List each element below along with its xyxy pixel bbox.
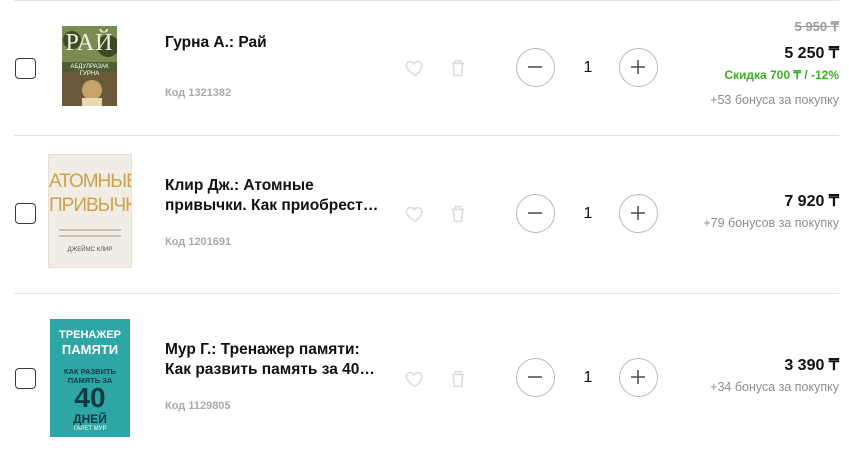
- quantity-value: 1: [583, 59, 593, 76]
- book-cover[interactable]: АТОМНЫЕ ПРИВЫЧКИ ДЖЕЙМС КЛИР: [49, 155, 131, 267]
- cover-subtitle-line1: КАК РАЗВИТЬ: [64, 367, 116, 376]
- cover-author: ГАРЕТ МУР: [73, 426, 107, 432]
- cover-title: РАЙ: [65, 30, 114, 56]
- cart-item: РАЙ АБДУЛРАЗАК ГУРНА Гурна А.: Рай Код 1…: [0, 0, 849, 136]
- product-title[interactable]: Гурна А.: Рай: [165, 33, 380, 53]
- product-code: Код 1321382: [165, 87, 232, 99]
- cart-item: АТОМНЫЕ ПРИВЫЧКИ ДЖЕЙМС КЛИР Клир Дж.: А…: [0, 136, 849, 294]
- product-title[interactable]: Мур Г.: Тренажер памяти: Как развить пам…: [165, 340, 380, 380]
- old-price: 5 950 ₸: [794, 19, 839, 34]
- increase-quantity-button[interactable]: [619, 358, 658, 397]
- item-select-checkbox[interactable]: [15, 58, 36, 79]
- item-select-checkbox[interactable]: [15, 368, 36, 389]
- bonus-label: +53 бонуса за покупку: [710, 93, 839, 107]
- product-code: Код 1129805: [165, 400, 231, 412]
- trash-icon[interactable]: [447, 203, 469, 225]
- increase-quantity-button[interactable]: [619, 194, 658, 233]
- book-cover[interactable]: ТРЕНАЖЕР ПАМЯТИ КАК РАЗВИТЬ ПАМЯТЬ ЗА 40…: [50, 319, 130, 437]
- decrease-quantity-button[interactable]: [516, 48, 555, 87]
- cover-author: АБДУЛРАЗАК ГУРНА: [70, 64, 109, 77]
- cover-subtitle-line3: ДНЕЙ: [73, 412, 107, 426]
- plus-icon: [631, 206, 645, 220]
- bonus-label: +79 бонусов за покупку: [703, 216, 839, 230]
- item-select-checkbox[interactable]: [15, 203, 36, 224]
- quantity-value: 1: [583, 205, 593, 222]
- book-cover[interactable]: РАЙ АБДУЛРАЗАК ГУРНА: [62, 26, 117, 106]
- cart-item: ТРЕНАЖЕР ПАМЯТИ КАК РАЗВИТЬ ПАМЯТЬ ЗА 40…: [0, 294, 849, 451]
- heart-icon[interactable]: [404, 368, 426, 390]
- trash-icon[interactable]: [447, 57, 469, 79]
- price: 5 250 ₸: [784, 45, 839, 62]
- minus-icon: [528, 376, 542, 378]
- plus-icon: [631, 60, 645, 74]
- price: 7 920 ₸: [784, 193, 839, 210]
- discount-label: Скидка 700 ₸ / -12%: [724, 68, 839, 82]
- quantity-value: 1: [583, 369, 593, 386]
- cover-number: 40: [74, 382, 106, 413]
- minus-icon: [528, 66, 542, 68]
- product-title[interactable]: Клир Дж.: Атомные привычки. Как приобрес…: [165, 176, 380, 216]
- cover-title-line2: ПАМЯТИ: [61, 342, 119, 357]
- price: 3 390 ₸: [784, 357, 839, 374]
- cover-title-line1: АТОМНЫЕ: [49, 171, 131, 192]
- cover-title-line1: ТРЕНАЖЕР: [59, 329, 121, 341]
- plus-icon: [631, 370, 645, 384]
- increase-quantity-button[interactable]: [619, 48, 658, 87]
- cover-title-line2: ПРИВЫЧКИ: [49, 195, 131, 216]
- decrease-quantity-button[interactable]: [516, 194, 555, 233]
- product-code: Код 1201691: [165, 236, 232, 248]
- heart-icon[interactable]: [404, 57, 426, 79]
- decrease-quantity-button[interactable]: [516, 358, 555, 397]
- heart-icon[interactable]: [404, 203, 426, 225]
- trash-icon[interactable]: [447, 368, 469, 390]
- cover-author: ДЖЕЙМС КЛИР: [67, 247, 113, 253]
- bonus-label: +34 бонуса за покупку: [710, 380, 839, 394]
- cart-list: РАЙ АБДУЛРАЗАК ГУРНА Гурна А.: Рай Код 1…: [0, 0, 849, 451]
- minus-icon: [528, 212, 542, 214]
